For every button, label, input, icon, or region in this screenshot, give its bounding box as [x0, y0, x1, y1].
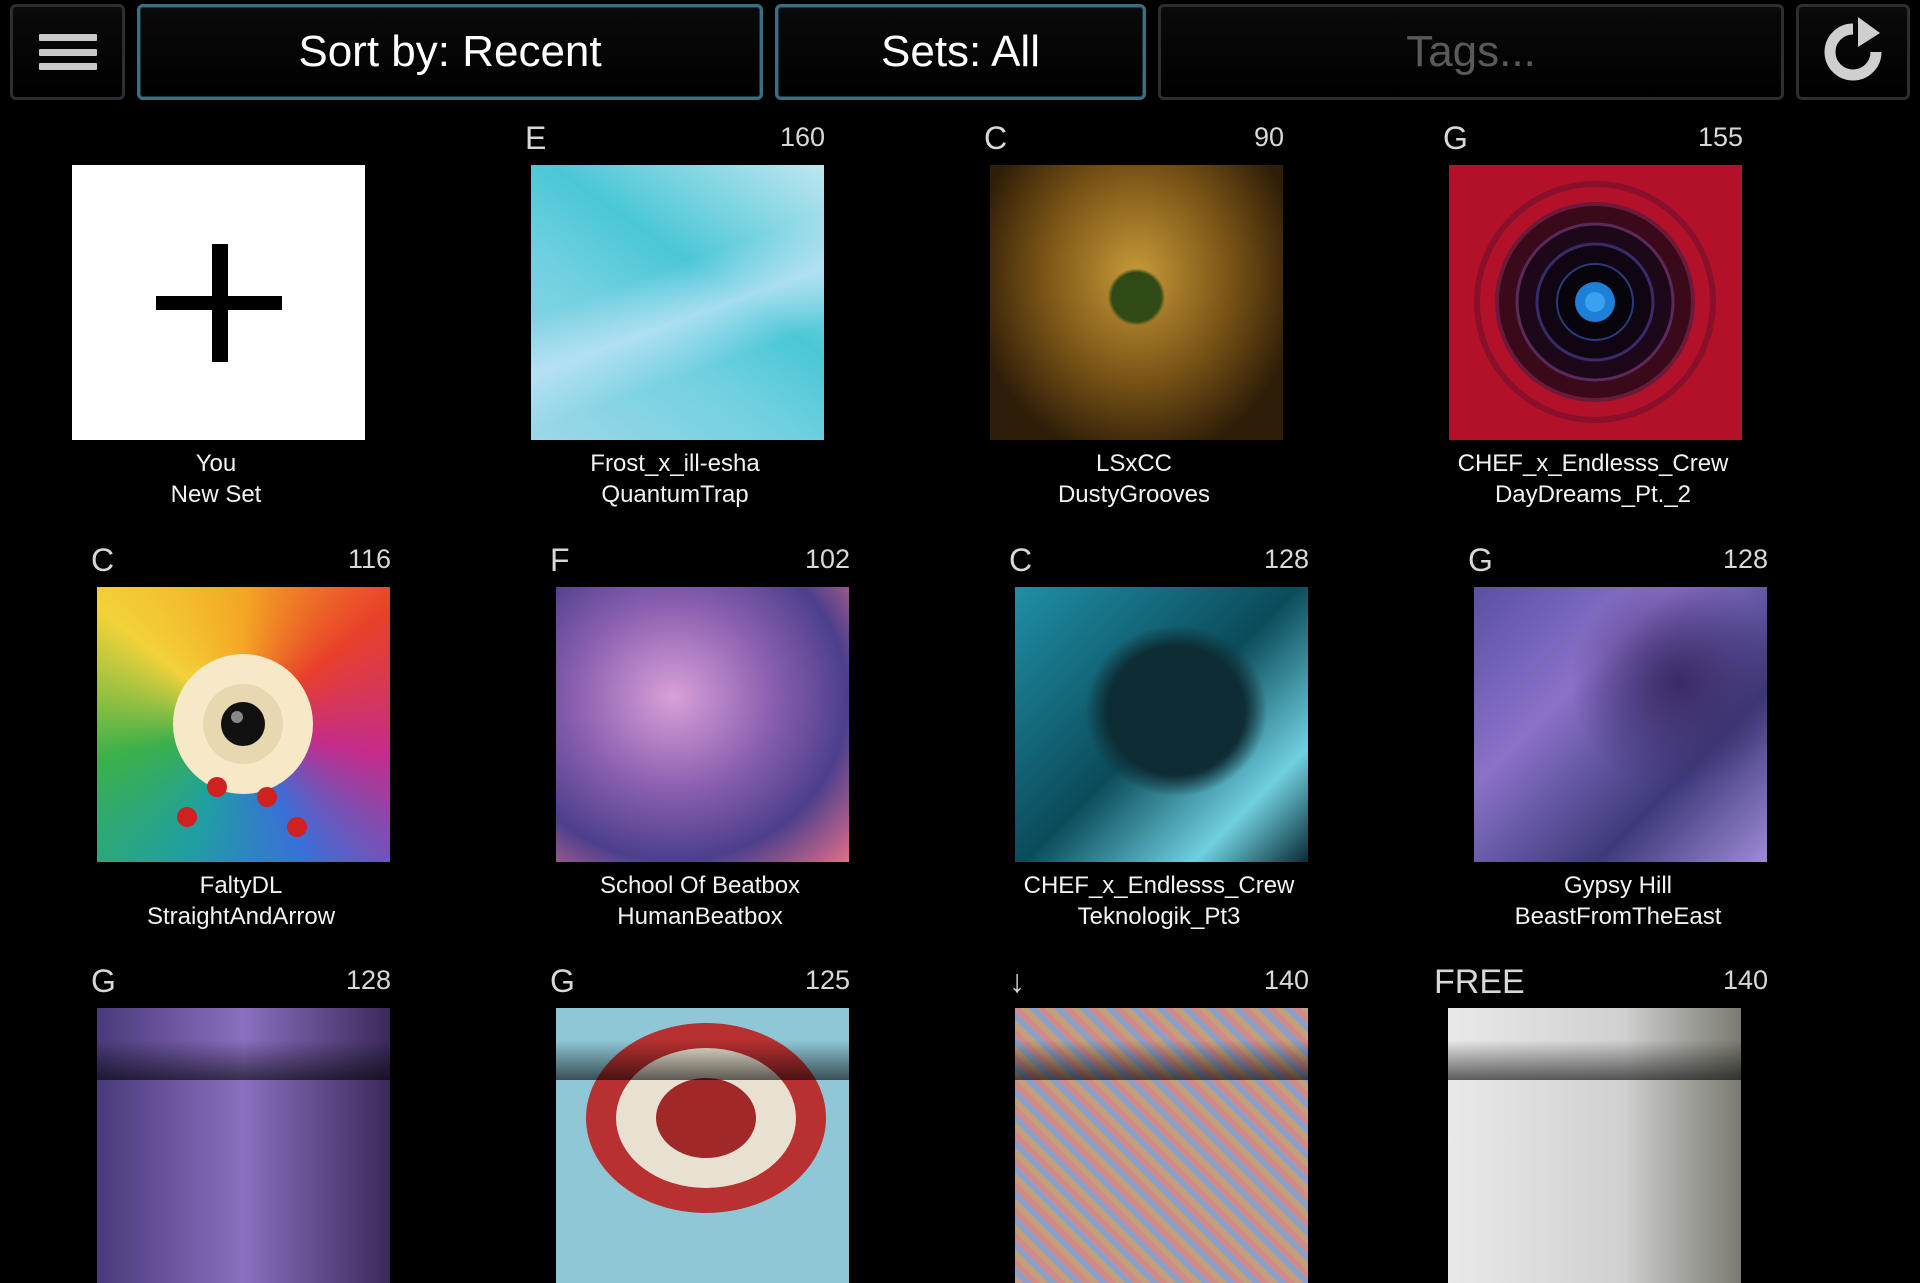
set-key: G — [550, 963, 575, 999]
set-bpm: 125 — [804, 965, 850, 995]
set-title: QuantumTrap — [601, 481, 749, 508]
set-key: E — [525, 120, 547, 156]
set-key: G — [91, 963, 116, 999]
set-artist: Frost_x_ill-esha — [590, 450, 760, 477]
set-artwork[interactable] — [556, 1008, 849, 1283]
set-title: HumanBeatbox — [617, 903, 783, 930]
set-artwork[interactable] — [556, 587, 849, 862]
set-title: DayDreams_Pt._2 — [1494, 481, 1692, 508]
set-bpm: 90 — [1253, 122, 1284, 152]
set-bpm: 128 — [1722, 544, 1768, 574]
set-artwork[interactable] — [990, 165, 1283, 440]
eye-artwork — [173, 654, 313, 837]
tags-input[interactable]: Tags... — [1158, 4, 1784, 100]
set-title: Teknologik_Pt3 — [1077, 903, 1241, 930]
sort-button[interactable]: Sort by: Recent — [137, 4, 763, 100]
set-bpm: 102 — [804, 544, 850, 574]
set-key: C — [984, 120, 1008, 156]
set-bpm: 128 — [345, 965, 391, 995]
set-grid: You New Set E 160 Frost_x_ill-esha Quant… — [0, 120, 1920, 1283]
set-title: BeastFromTheEast — [1514, 903, 1722, 930]
set-artwork[interactable] — [1474, 587, 1767, 862]
new-set-thumbnail[interactable] — [72, 165, 365, 440]
set-key: F — [550, 542, 570, 578]
set-artwork[interactable] — [1448, 1008, 1741, 1283]
rings-artwork — [1474, 181, 1716, 423]
set-artwork[interactable] — [1015, 587, 1308, 862]
set-bpm: 155 — [1697, 122, 1743, 152]
sort-label: Sort by: Recent — [298, 27, 602, 76]
set-bpm: 160 — [779, 122, 825, 152]
set-key: C — [1009, 542, 1033, 578]
refresh-button[interactable] — [1796, 4, 1910, 100]
set-key: G — [1468, 542, 1493, 578]
free-badge: FREE — [1434, 963, 1525, 1001]
set-bpm: 140 — [1722, 965, 1768, 995]
set-artwork[interactable] — [531, 165, 824, 440]
set-bpm: 116 — [347, 544, 391, 574]
download-icon: ↓ — [1009, 963, 1025, 999]
set-key: C — [91, 542, 115, 578]
plus-icon — [155, 243, 282, 362]
set-artist: LSxCC — [1095, 450, 1173, 477]
set-artist: CHEF_x_Endlesss_Crew — [1023, 872, 1295, 899]
set-artwork[interactable] — [97, 587, 390, 862]
set-artwork[interactable] — [1449, 165, 1742, 440]
set-bpm: 140 — [1263, 965, 1309, 995]
set-artist: School Of Beatbox — [599, 872, 801, 899]
set-artist: FaltyDL — [199, 872, 283, 899]
sets-label: Sets: All — [881, 27, 1040, 76]
set-artist: CHEF_x_Endlesss_Crew — [1457, 450, 1729, 477]
set-artwork[interactable] — [97, 1008, 390, 1283]
menu-button[interactable] — [10, 4, 125, 100]
hamburger-menu-icon — [38, 34, 97, 70]
set-artwork[interactable] — [1015, 1008, 1308, 1283]
set-key: G — [1443, 120, 1468, 156]
set-artist: You — [195, 450, 237, 477]
disc-artwork — [586, 1023, 826, 1213]
top-toolbar: Sort by: Recent Sets: All Tags... — [0, 0, 1920, 110]
set-artist: Gypsy Hill — [1563, 872, 1672, 899]
set-title: StraightAndArrow — [146, 903, 336, 930]
set-title: New Set — [170, 481, 262, 508]
refresh-icon — [1824, 17, 1882, 81]
set-bpm: 128 — [1263, 544, 1309, 574]
tags-placeholder: Tags... — [1406, 27, 1536, 76]
sets-filter-button[interactable]: Sets: All — [775, 4, 1146, 100]
set-title: DustyGrooves — [1057, 481, 1211, 508]
